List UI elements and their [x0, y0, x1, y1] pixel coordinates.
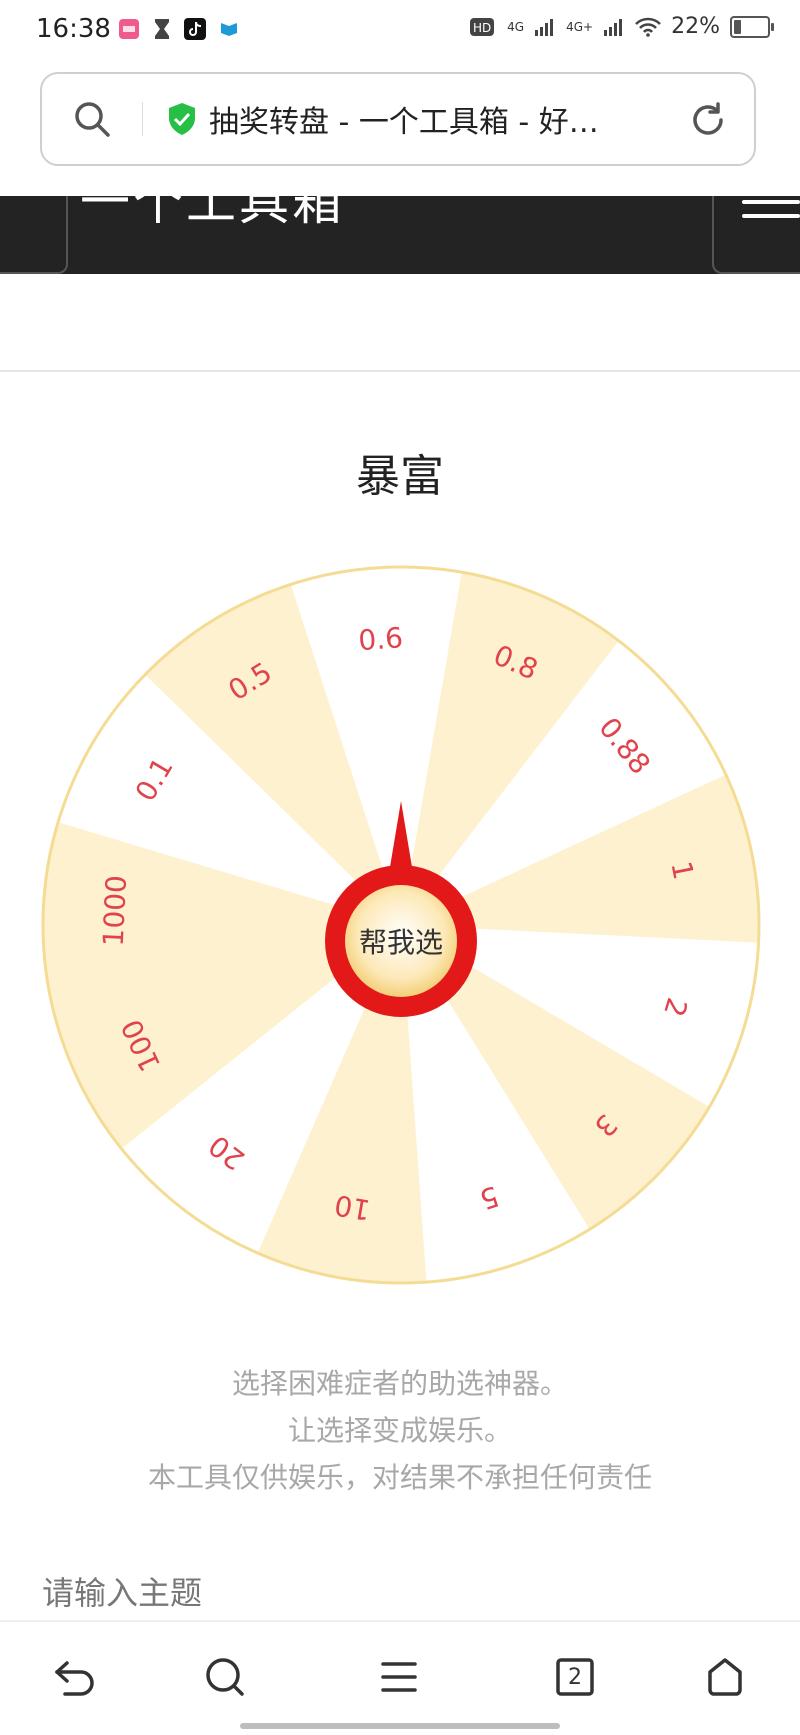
description-line-1: 选择困难症者的助选神器。 — [231, 1367, 568, 1400]
divider — [0, 370, 800, 372]
wheel-title: 暴富 — [356, 451, 444, 502]
app-notification-icon — [119, 19, 139, 39]
home-indicator — [240, 1723, 560, 1729]
nav-back-button[interactable] — [50, 1652, 100, 1702]
nav-menu-button[interactable] — [374, 1652, 424, 1702]
spin-button-label[interactable]: 帮我选 — [359, 926, 443, 959]
nav-search-button[interactable] — [200, 1652, 250, 1702]
hamburger-menu-button[interactable] — [712, 196, 800, 274]
bottom-nav: 2 — [0, 1620, 800, 1735]
battery-icon — [730, 15, 774, 38]
home-icon — [708, 1658, 742, 1696]
wheel-segment-label: 10 — [332, 1188, 373, 1227]
signal-label-1: 4G — [507, 19, 525, 34]
address-bar[interactable]: 抽奖转盘 - 一个工具箱 - 好… — [40, 72, 756, 166]
address-search-button[interactable] — [42, 74, 142, 164]
page-title[interactable]: 抽奖转盘 - 一个工具箱 - 好… — [209, 97, 679, 141]
search-icon — [206, 1658, 244, 1696]
description-line-3: 本工具仅供娱乐，对结果不承担任何责任 — [147, 1461, 652, 1494]
search-icon — [75, 102, 110, 137]
svg-text:HD: HD — [473, 21, 491, 35]
hourglass-icon — [155, 19, 169, 39]
hd-icon: HD — [470, 17, 495, 36]
wifi-icon — [635, 17, 661, 37]
status-time: 16:38 — [36, 14, 111, 44]
menu-icon — [381, 1662, 417, 1692]
site-logo[interactable] — [0, 196, 68, 274]
description: 选择困难症者的助选神器。 让选择变成娱乐。 本工具仅供娱乐，对结果不承担任何责任 — [0, 1360, 800, 1501]
address-divider — [142, 102, 143, 136]
refresh-button[interactable] — [688, 100, 728, 144]
battery-percent: 22% — [671, 14, 720, 39]
flag-app-icon — [221, 23, 237, 36]
topic-input-label: 请输入主题 — [42, 1574, 203, 1612]
back-icon — [55, 1661, 94, 1696]
status-bar: 16:38 HD 4G 4G+ 22% — [0, 0, 800, 64]
shield-check-icon — [169, 103, 195, 135]
signal-icon — [535, 18, 554, 36]
nav-tabs-button[interactable]: 2 — [550, 1652, 600, 1702]
nav-home-button[interactable] — [700, 1652, 750, 1702]
tab-count: 2 — [568, 1664, 582, 1690]
signal-icon-2 — [604, 18, 623, 36]
description-line-2: 让选择变成娱乐。 — [287, 1414, 512, 1447]
site-header: 一个工具箱 — [0, 196, 800, 274]
refresh-icon — [693, 102, 723, 135]
wheel-segment-label: 0.6 — [357, 621, 404, 657]
signal-label-2: 4G+ — [566, 19, 594, 34]
wheel-segment-label: 1000 — [97, 874, 133, 947]
status-right: HD 4G 4G+ 22% — [469, 14, 774, 39]
tiktok-icon — [184, 18, 206, 40]
lottery-wheel[interactable]: 10000.10.50.6 0.80.8812351020100 帮我选 — [39, 563, 763, 1287]
notification-icons — [118, 18, 238, 40]
site-title[interactable]: 一个工具箱 — [80, 196, 345, 234]
